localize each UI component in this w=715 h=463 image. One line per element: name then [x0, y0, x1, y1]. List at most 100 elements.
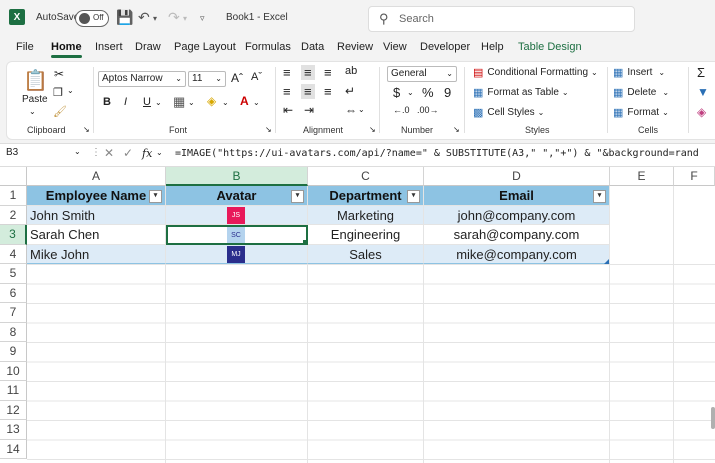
cancel-icon[interactable]: ✕	[104, 146, 114, 160]
department-cell[interactable]: Engineering	[308, 225, 424, 245]
employee-name-cell[interactable]: Mike John	[27, 244, 166, 264]
font-size-select[interactable]: 11 ⌄	[188, 71, 226, 87]
avatar-cell[interactable]: MJ	[166, 244, 308, 264]
column-header-c[interactable]: C	[308, 167, 424, 186]
align-left-icon[interactable]: ≡	[283, 84, 291, 99]
tab-data[interactable]: Data	[301, 41, 324, 53]
row-header[interactable]: 8	[0, 322, 27, 342]
table-resize-handle[interactable]	[604, 259, 609, 264]
italic-button[interactable]: I	[124, 96, 127, 108]
increase-font-icon[interactable]: Aˆ	[231, 71, 243, 85]
currency-dropdown-icon[interactable]: ⌄	[407, 88, 414, 97]
customize-qat-icon[interactable]: ▿	[200, 13, 205, 24]
currency-icon[interactable]: $	[393, 85, 400, 100]
row-header[interactable]: 5	[0, 264, 27, 284]
insert-cells-button[interactable]: ▦ Insert ⌄	[613, 66, 665, 79]
search-box[interactable]: ⚲ Search	[368, 6, 635, 32]
underline-dropdown-icon[interactable]: ⌄	[155, 98, 162, 107]
wrap-text-icon[interactable]: ↵	[345, 84, 355, 98]
avatar-cell[interactable]: JS	[166, 205, 308, 225]
row-header[interactable]: 12	[0, 400, 27, 420]
font-name-select[interactable]: Aptos Narrow ⌄	[98, 71, 186, 87]
bold-button[interactable]: B	[103, 96, 111, 108]
department-cell[interactable]: Sales	[308, 244, 424, 264]
align-bottom-icon[interactable]: ≡	[324, 65, 332, 80]
number-launcher-icon[interactable]: ↘	[453, 125, 460, 134]
filter-dropdown-icon[interactable]: ▾	[593, 190, 606, 203]
table-header-cell[interactable]: Email ▾	[424, 186, 610, 206]
orientation-icon[interactable]: ab	[345, 65, 357, 77]
enter-icon[interactable]: ✓	[123, 146, 133, 160]
tab-view[interactable]: View	[383, 41, 407, 53]
avatar-cell-selected[interactable]: SC	[166, 225, 308, 245]
tab-draw[interactable]: Draw	[135, 41, 161, 53]
column-header-e[interactable]: E	[610, 167, 674, 186]
more-options-icon[interactable]: ⋮	[91, 147, 101, 158]
increase-indent-icon[interactable]: ⇥	[304, 103, 314, 117]
percent-icon[interactable]: %	[422, 85, 434, 100]
fill-icon[interactable]: ▼	[697, 85, 709, 99]
row-header[interactable]: 10	[0, 361, 27, 381]
tab-file[interactable]: File	[16, 41, 34, 53]
fill-color-dropdown-icon[interactable]: ⌄	[222, 98, 229, 107]
name-box[interactable]: B3 ⌄	[6, 147, 86, 163]
conditional-formatting-button[interactable]: ▤ Conditional Formatting ⌄	[473, 66, 598, 79]
copy-dropdown-icon[interactable]: ⌄	[67, 86, 74, 95]
decrease-indent-icon[interactable]: ⇤	[283, 103, 293, 117]
tab-formulas[interactable]: Formulas	[245, 41, 291, 53]
format-as-table-button[interactable]: ▦ Format as Table ⌄	[473, 86, 569, 99]
row-header[interactable]: 3	[0, 225, 27, 245]
row-header[interactable]: 1	[0, 186, 27, 206]
employee-name-cell[interactable]: John Smith	[27, 205, 166, 225]
department-cell[interactable]: Marketing	[308, 205, 424, 225]
decrease-font-icon[interactable]: Aˇ	[251, 71, 262, 83]
table-header-cell[interactable]: Employee Name ▾	[27, 186, 166, 206]
formula-input[interactable]: =IMAGE("https://ui-avatars.com/api/?name…	[175, 148, 699, 159]
tab-page-layout[interactable]: Page Layout	[174, 41, 236, 53]
copy-icon[interactable]: ❐	[53, 86, 63, 99]
format-cells-button[interactable]: ▦ Format ⌄	[613, 106, 669, 119]
clipboard-launcher-icon[interactable]: ↘	[83, 125, 90, 134]
clear-icon[interactable]: ◈	[697, 105, 706, 119]
table-header-cell[interactable]: Avatar ▾	[166, 186, 308, 206]
row-header[interactable]: 11	[0, 381, 27, 401]
email-cell[interactable]: sarah@company.com	[424, 225, 610, 245]
tab-home[interactable]: Home	[51, 41, 82, 58]
table-header-cell[interactable]: Department ▾	[308, 186, 424, 206]
tab-insert[interactable]: Insert	[95, 41, 123, 53]
borders-icon[interactable]: ▦	[173, 94, 185, 110]
align-right-icon[interactable]: ≡	[324, 84, 332, 99]
vertical-scrollbar[interactable]	[711, 407, 715, 429]
column-header-b[interactable]: B	[166, 167, 308, 186]
tab-review[interactable]: Review	[337, 41, 373, 53]
column-header-a[interactable]: A	[27, 167, 166, 186]
row-header[interactable]: 6	[0, 283, 27, 303]
borders-dropdown-icon[interactable]: ⌄	[188, 98, 195, 107]
column-header-d[interactable]: D	[424, 167, 610, 186]
paste-icon[interactable]: 📋	[23, 68, 48, 93]
cut-icon[interactable]: ✂	[54, 67, 64, 81]
filter-dropdown-icon[interactable]: ▾	[407, 190, 420, 203]
paste-label[interactable]: Paste	[22, 94, 48, 105]
email-cell[interactable]: mike@company.com	[424, 244, 610, 264]
chevron-down-icon[interactable]: ⌄	[156, 148, 163, 157]
row-header[interactable]: 7	[0, 303, 27, 323]
decrease-decimal-icon[interactable]: .00→	[417, 105, 439, 115]
undo-dropdown-icon[interactable]: ▾	[153, 14, 157, 23]
tab-table-design[interactable]: Table Design	[518, 41, 582, 53]
increase-decimal-icon[interactable]: ←.0	[393, 105, 410, 115]
merge-center-icon[interactable]: ⇔	[345, 103, 357, 117]
select-all-corner[interactable]	[0, 167, 27, 186]
format-painter-icon[interactable]: 🖌	[53, 105, 67, 118]
number-format-select[interactable]: General ⌄	[387, 66, 457, 82]
row-header[interactable]: 13	[0, 420, 27, 440]
insert-function-icon[interactable]: fx	[142, 147, 152, 160]
email-cell[interactable]: john@company.com	[424, 205, 610, 225]
autosave-toggle[interactable]: Off	[75, 10, 109, 27]
merge-dropdown-icon[interactable]: ⌄	[358, 105, 365, 114]
save-icon[interactable]: 💾	[116, 9, 133, 26]
autosum-icon[interactable]: Σ	[697, 65, 705, 80]
row-header[interactable]: 9	[0, 342, 27, 362]
paste-dropdown-icon[interactable]: ⌄	[29, 107, 36, 116]
font-color-icon[interactable]: A	[240, 94, 249, 108]
